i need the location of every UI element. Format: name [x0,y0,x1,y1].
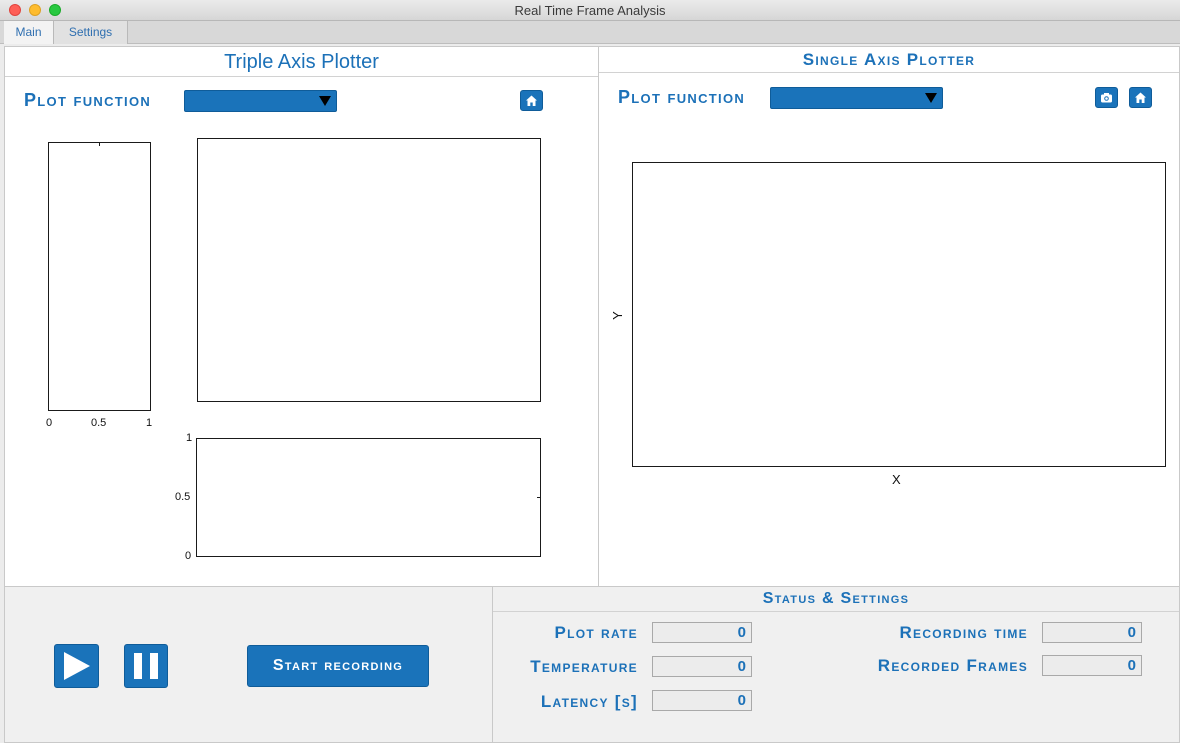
y-tick-label: 0 [185,550,192,562]
x-axis-label: X [892,472,901,487]
x-tick-label: 1 [146,417,153,429]
recording-time-field: 0 [1042,622,1142,643]
controls-panel: Start recording [4,586,493,743]
x-tick-label: 0 [46,417,53,429]
triple-axis-panel: Triple Axis Plotter Plot function 0 0.5 … [4,46,599,587]
dropdown-arrow-icon [319,96,331,106]
home-button[interactable] [520,90,543,111]
single-axis-panel: Single Axis Plotter Plot function X Y [598,46,1180,587]
temperature-field: 0 [652,656,752,677]
window-titlebar: Real Time Frame Analysis [0,0,1180,21]
start-recording-label: Start recording [272,657,404,674]
single-axes[interactable] [632,162,1166,467]
tab-bar: Main Settings [0,21,1180,44]
home-icon [526,95,537,106]
recording-time-label: Recording time [899,623,1028,642]
panel-divider [599,72,1179,73]
y-tick-label: 0.5 [175,491,191,503]
main-axes[interactable] [197,138,541,402]
tab-main[interactable]: Main [4,21,54,44]
tab-settings[interactable]: Settings [54,21,128,44]
bottom-axes[interactable] [196,438,541,557]
latency-field: 0 [652,690,752,711]
status-panel: Status & Settings Plot rate 0 Temperatur… [492,586,1180,743]
plot-function-dropdown[interactable] [184,90,337,112]
pause-icon [134,653,158,679]
plot-rate-label: Plot rate [554,623,638,642]
dropdown-arrow-icon [925,93,937,103]
panel-divider [493,611,1179,612]
y-tick-label: 1 [186,432,193,444]
recorded-frames-label: Recorded Frames [877,656,1028,675]
screenshot-button[interactable] [1095,87,1118,108]
axis-tick [99,143,100,146]
temperature-label: Temperature [530,657,638,676]
latency-label: Latency [s] [540,692,638,711]
panel-divider [5,76,598,77]
recorded-frames-field: 0 [1042,655,1142,676]
y-axis-label: Y [609,311,625,320]
triple-axis-title: Triple Axis Plotter [224,51,379,73]
play-icon [64,652,90,680]
plot-function-label: Plot function [618,87,746,107]
pause-button[interactable] [124,644,168,688]
window-title: Real Time Frame Analysis [514,3,666,18]
plot-function-dropdown[interactable] [770,87,943,109]
home-icon [1135,92,1146,103]
plot-function-label: Plot function [24,90,152,110]
axis-tick [537,497,540,498]
plot-rate-field: 0 [652,622,752,643]
status-title: Status & Settings [762,590,910,607]
camera-icon [1101,93,1112,103]
single-axis-title: Single Axis Plotter [802,50,976,69]
left-axes[interactable] [48,142,151,411]
x-tick-label: 0.5 [91,417,107,429]
start-recording-button[interactable]: Start recording [247,645,429,687]
home-button[interactable] [1129,87,1152,108]
play-button[interactable] [54,644,99,688]
